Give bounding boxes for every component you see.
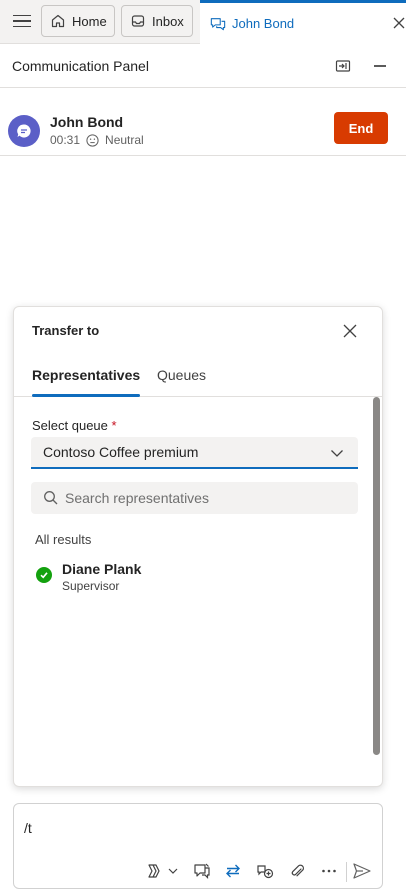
- tab-representatives[interactable]: Representatives: [32, 367, 141, 397]
- results-heading: All results: [35, 532, 92, 547]
- message-composer[interactable]: /t: [13, 803, 383, 889]
- popout-icon[interactable]: [333, 56, 353, 76]
- send-icon[interactable]: [351, 860, 373, 882]
- inbox-icon: [130, 13, 146, 29]
- composer-input[interactable]: /t: [24, 820, 32, 836]
- session-duration: 00:31: [50, 133, 81, 147]
- tab-home-label: Home: [72, 13, 107, 29]
- transfer-icon[interactable]: [222, 860, 244, 882]
- neutral-face-icon: [86, 133, 99, 147]
- required-mark: *: [111, 418, 117, 433]
- toolbar-divider: [346, 862, 347, 882]
- representative-role: Supervisor: [62, 579, 120, 593]
- active-session: John Bond 00:31 Neutral End: [0, 104, 406, 156]
- search-icon: [43, 490, 59, 506]
- check-icon: [36, 567, 52, 583]
- session-meta: 00:31 Neutral: [50, 133, 144, 147]
- consult-icon[interactable]: [254, 860, 276, 882]
- sentiment-label: Neutral: [105, 133, 144, 147]
- chat-bubble-icon: [17, 124, 31, 138]
- queue-select[interactable]: Contoso Coffee premium: [31, 437, 358, 469]
- minimize-icon[interactable]: [370, 56, 390, 76]
- more-icon[interactable]: [318, 860, 340, 882]
- search-representatives-input[interactable]: Search representatives: [31, 482, 358, 514]
- panel-title: Communication Panel: [12, 58, 149, 74]
- tab-queues[interactable]: Queues: [157, 367, 206, 397]
- scrollbar[interactable]: [373, 397, 380, 755]
- avatar: [8, 115, 40, 147]
- representative-name: Diane Plank: [62, 561, 142, 577]
- representative-item[interactable]: Diane Plank Supervisor: [32, 557, 352, 597]
- attach-icon[interactable]: [286, 860, 308, 882]
- quick-reply-icon[interactable]: [191, 860, 213, 882]
- copilot-icon[interactable]: [144, 860, 184, 882]
- select-queue-label-text: Select queue: [32, 418, 108, 433]
- tab-john-bond[interactable]: John Bond: [200, 0, 406, 44]
- dialog-title: Transfer to: [32, 323, 100, 338]
- transfer-tabs: Representatives Queues: [14, 357, 382, 397]
- tab-inbox[interactable]: Inbox: [121, 5, 193, 37]
- customer-name: John Bond: [50, 114, 124, 130]
- close-icon[interactable]: [342, 323, 358, 339]
- chat-icon: [210, 16, 226, 32]
- close-icon[interactable]: [392, 16, 406, 30]
- home-icon: [50, 13, 66, 29]
- tab-inbox-label: Inbox: [152, 13, 184, 29]
- queue-select-value: Contoso Coffee premium: [43, 444, 199, 460]
- end-button[interactable]: End: [334, 112, 388, 144]
- tab-home[interactable]: Home: [41, 5, 115, 37]
- communication-panel-header: Communication Panel: [0, 44, 406, 88]
- chevron-down-icon: [330, 446, 344, 460]
- select-queue-label: Select queue *: [32, 418, 117, 433]
- app-tab-bar: Home Inbox John Bond: [0, 0, 406, 44]
- transfer-dialog: Transfer to Representatives Queues Selec…: [13, 306, 383, 787]
- menu-icon[interactable]: [10, 10, 34, 32]
- tab-john-bond-label: John Bond: [232, 16, 295, 31]
